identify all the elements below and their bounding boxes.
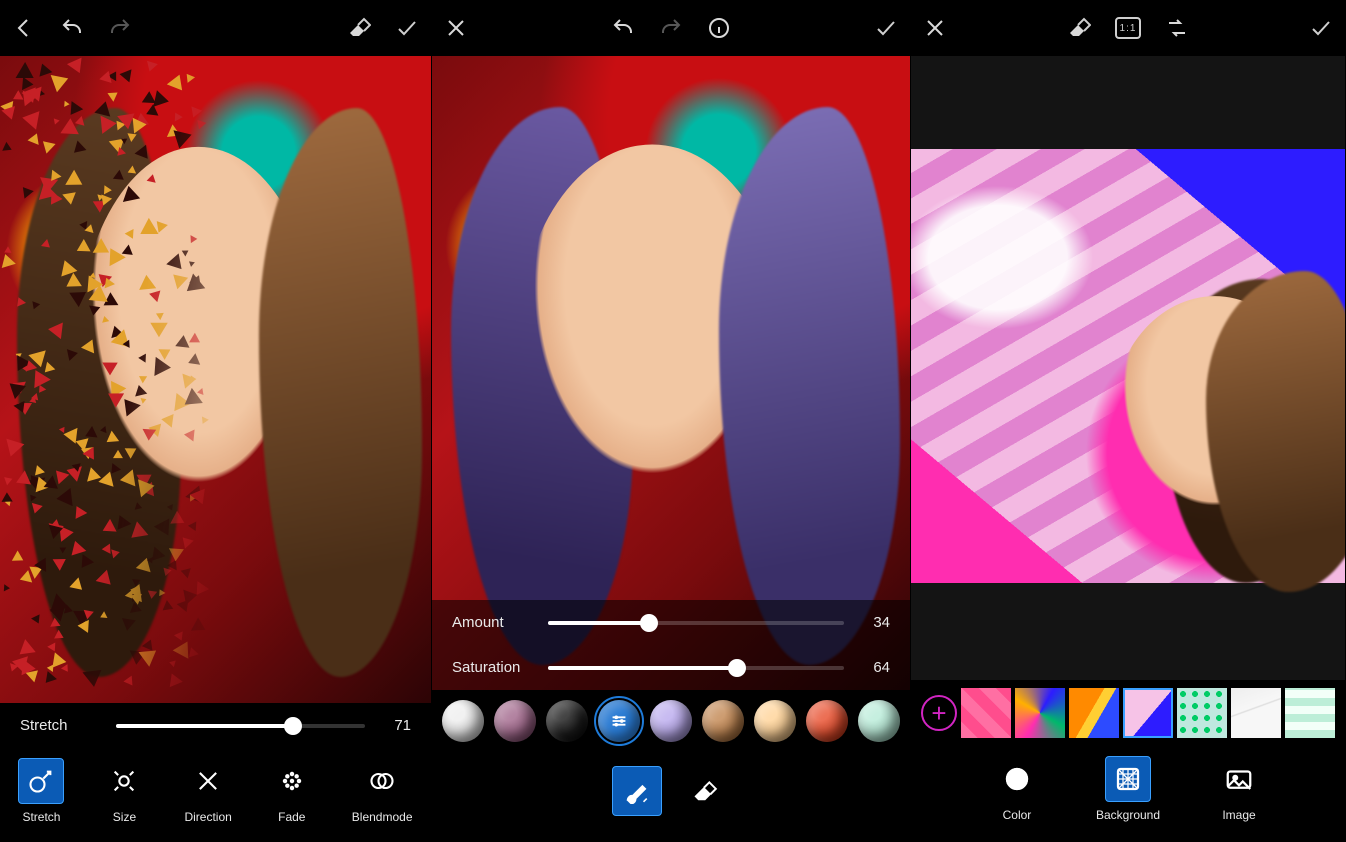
tab-label: Image xyxy=(1222,808,1255,822)
swatch-custom[interactable] xyxy=(598,700,640,742)
brush-eraser-row xyxy=(432,752,910,842)
brush-button[interactable] xyxy=(612,766,662,816)
bg-thumb-mint-stripes[interactable] xyxy=(1285,688,1335,738)
tab-fade[interactable]: Fade xyxy=(269,758,315,824)
slider-track[interactable] xyxy=(548,621,844,625)
slider-track[interactable] xyxy=(548,666,844,670)
panel-background: 1:1 + Color Background Image xyxy=(911,0,1346,842)
apply-icon[interactable] xyxy=(1309,16,1333,40)
slider-track[interactable] xyxy=(116,724,365,728)
tab-label: Fade xyxy=(278,810,305,824)
canvas[interactable]: Amount 34 Saturation 64 xyxy=(432,56,910,690)
redo-icon[interactable] xyxy=(108,16,132,40)
swatch-bronze[interactable] xyxy=(702,700,744,742)
slider-value: 34 xyxy=(856,614,890,631)
photo xyxy=(0,56,431,703)
tab-color[interactable]: Color xyxy=(994,756,1040,822)
slider-value: 64 xyxy=(856,659,890,676)
slider-label: Stretch xyxy=(20,717,104,734)
apply-icon[interactable] xyxy=(395,16,419,40)
tab-size[interactable]: Size xyxy=(101,758,147,824)
direction-icon xyxy=(185,758,231,804)
tab-stretch[interactable]: Stretch xyxy=(18,758,64,824)
eraser-button[interactable] xyxy=(680,766,730,816)
tab-direction[interactable]: Direction xyxy=(184,758,231,824)
background-mode-tabs: Color Background Image xyxy=(911,746,1345,842)
back-icon[interactable] xyxy=(12,16,36,40)
topbar: 1:1 xyxy=(911,0,1345,56)
bg-thumb-paint-multi[interactable] xyxy=(1015,688,1065,738)
sliders-overlay: Amount 34 Saturation 64 xyxy=(432,600,910,690)
swatch-silver[interactable] xyxy=(442,700,484,742)
tab-background[interactable]: Background xyxy=(1096,756,1160,822)
add-background-button[interactable]: + xyxy=(921,695,957,731)
bg-thumb-teal-dots[interactable] xyxy=(1177,688,1227,738)
tab-label: Size xyxy=(113,810,136,824)
background-thumbnails: + xyxy=(911,680,1345,746)
apply-icon[interactable] xyxy=(874,16,898,40)
tab-label: Stretch xyxy=(22,810,60,824)
topbar xyxy=(432,0,910,56)
bg-thumb-marble[interactable] xyxy=(1231,688,1281,738)
canvas[interactable] xyxy=(911,56,1345,680)
swatch-black[interactable] xyxy=(546,700,588,742)
tab-label: Blendmode xyxy=(352,810,413,824)
info-icon[interactable] xyxy=(707,16,731,40)
image-icon xyxy=(1216,756,1262,802)
close-icon[interactable] xyxy=(444,16,468,40)
fade-icon xyxy=(269,758,315,804)
swatch-copper[interactable] xyxy=(806,700,848,742)
saturation-slider[interactable]: Saturation 64 xyxy=(432,645,910,690)
slider-thumb[interactable] xyxy=(640,614,658,632)
close-icon[interactable] xyxy=(923,16,947,40)
swatch-plum[interactable] xyxy=(494,700,536,742)
hair-color-swatches xyxy=(432,690,910,752)
slider-label: Amount xyxy=(452,614,536,631)
color-icon xyxy=(994,756,1040,802)
stretch-icon xyxy=(18,758,64,804)
undo-icon[interactable] xyxy=(611,16,635,40)
bg-thumb-orange-blue[interactable] xyxy=(1069,688,1119,738)
eraser-icon[interactable] xyxy=(347,16,371,40)
swatch-mint[interactable] xyxy=(858,700,900,742)
swap-icon[interactable] xyxy=(1165,16,1189,40)
swatch-blonde[interactable] xyxy=(754,700,796,742)
blendmode-icon xyxy=(359,758,405,804)
size-icon xyxy=(101,758,147,804)
topbar xyxy=(0,0,431,56)
canvas[interactable] xyxy=(0,56,431,703)
swatch-lavender[interactable] xyxy=(650,700,692,742)
photo xyxy=(911,149,1345,583)
slider-value: 71 xyxy=(377,717,411,734)
slider-thumb[interactable] xyxy=(728,659,746,677)
undo-icon[interactable] xyxy=(60,16,84,40)
stretch-slider[interactable]: Stretch 71 xyxy=(0,703,431,748)
redo-icon[interactable] xyxy=(659,16,683,40)
tab-label: Color xyxy=(1003,808,1032,822)
bg-thumb-pink-blue[interactable] xyxy=(1123,688,1173,738)
tab-image[interactable]: Image xyxy=(1216,756,1262,822)
tab-label: Background xyxy=(1096,808,1160,822)
background-icon xyxy=(1105,756,1151,802)
effect-tabs: Stretch Size Direction Fade Blendmode xyxy=(0,748,431,842)
slider-label: Saturation xyxy=(452,659,536,676)
amount-slider[interactable]: Amount 34 xyxy=(432,600,910,645)
panel-hair-color: Amount 34 Saturation 64 xyxy=(432,0,911,842)
tab-blendmode[interactable]: Blendmode xyxy=(352,758,413,824)
eraser-icon[interactable] xyxy=(1067,16,1091,40)
panel-dispersion: Stretch 71 Stretch Size Direction Fade Blend… xyxy=(0,0,432,842)
bg-thumb-pink-banana[interactable] xyxy=(961,688,1011,738)
aspect-ratio-button[interactable]: 1:1 xyxy=(1115,17,1141,39)
tab-label: Direction xyxy=(184,810,231,824)
slider-thumb[interactable] xyxy=(284,717,302,735)
photo: Amount 34 Saturation 64 xyxy=(432,56,910,690)
